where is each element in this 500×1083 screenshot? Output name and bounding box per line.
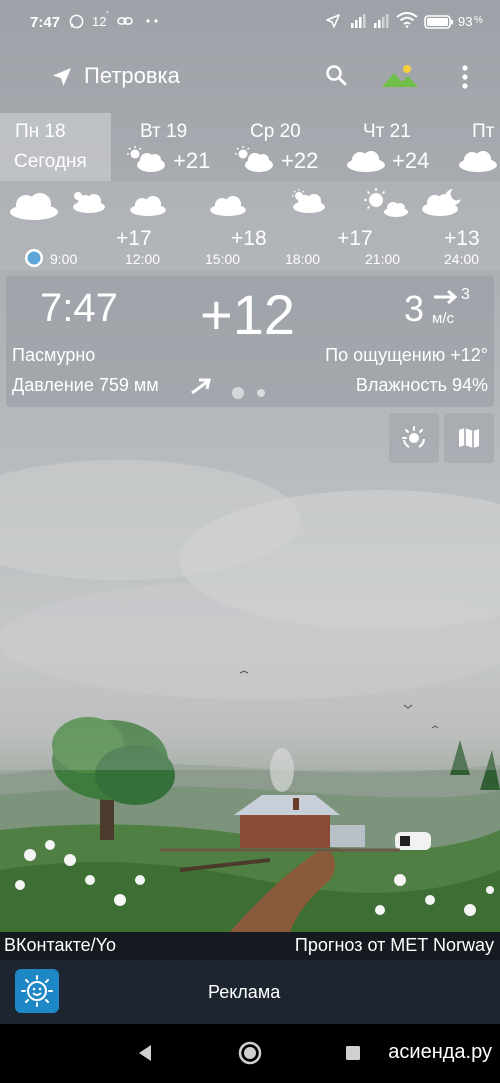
page-dot	[257, 388, 266, 397]
current-conditions-card[interactable]: 7:47 +12 3 3 м/с Пасмурно По ощущению +1…	[6, 276, 494, 407]
day-tab-monday[interactable]: Пн 18 Сегодня	[0, 113, 111, 181]
wind-unit: м/с	[432, 310, 454, 327]
home-icon[interactable]	[238, 1041, 262, 1065]
link-icon	[117, 17, 133, 25]
battery-percent: %	[474, 15, 483, 26]
location-arrow-icon	[326, 14, 340, 28]
recents-icon[interactable]	[346, 1046, 360, 1060]
page-dot-active	[232, 386, 244, 399]
hourly-temp: +18	[231, 227, 267, 250]
hourly-forecast: +17 +18 +17 +13 9:00 12:00 15:00 18:00 2…	[0, 181, 500, 270]
pressure-trend-arrow-icon	[191, 378, 211, 395]
cloud-icon	[347, 151, 385, 172]
cloud-icon	[210, 196, 246, 216]
search-icon[interactable]	[324, 63, 348, 87]
night-cloud-icon	[422, 189, 461, 216]
day-tab-name: Вт 19	[140, 121, 188, 142]
battery-level: 93	[458, 14, 473, 29]
day-tab-friday[interactable]: Пт	[445, 113, 500, 181]
status-time: 7:47	[30, 14, 61, 31]
whatsapp-icon	[69, 14, 84, 29]
pressure-text: Давление 759 мм	[12, 375, 159, 395]
cloud-icon	[10, 193, 58, 220]
day-tab-name: Пт	[472, 121, 495, 142]
day-tab-thursday[interactable]: Чт 21 +24	[333, 113, 445, 181]
status-bar: 7:47 12 ° 93 %	[0, 0, 500, 44]
hourly-time: 24:00	[444, 251, 480, 267]
app-logo	[15, 969, 59, 1013]
hourly-time: 12:00	[125, 251, 161, 267]
ad-banner[interactable]: Реклама	[0, 960, 500, 1024]
forecast-source-link[interactable]: Прогноз от MET Norway	[295, 935, 494, 956]
more-vert-icon[interactable]	[460, 64, 470, 90]
day-tab-subtitle: Сегодня	[14, 151, 87, 172]
current-time: 7:47	[40, 286, 118, 330]
sun-face-icon	[21, 975, 53, 1007]
day-tab-temp: +21	[173, 148, 211, 173]
hourly-temp: +13	[444, 227, 480, 250]
hourly-time: 9:00	[50, 251, 78, 267]
landscape-icon[interactable]	[381, 63, 419, 89]
feels-like-text: По ощущению +12°	[325, 345, 488, 365]
status-temp: 12	[92, 14, 107, 29]
back-icon[interactable]	[137, 1044, 153, 1062]
current-time-marker-icon	[25, 249, 43, 267]
location-arrow-icon[interactable]	[50, 65, 74, 89]
partly-cloudy-icon	[73, 192, 105, 213]
day-tab-name: Пн 18	[15, 121, 66, 142]
hourly-temp: +17	[337, 227, 373, 250]
day-tab-temp: +22	[281, 148, 319, 173]
sun-rays-icon	[402, 426, 425, 448]
partly-cloudy-icon	[235, 146, 273, 172]
more-dots-icon	[146, 19, 158, 23]
current-temp: +12	[200, 283, 295, 346]
sun-moon-button[interactable]	[389, 413, 439, 463]
cloud-icon	[459, 151, 497, 172]
artwork-credit-link[interactable]: ВКонтакте/Yo	[4, 935, 116, 956]
cloud-icon	[130, 196, 166, 216]
map-icon	[459, 428, 479, 448]
wind-gust: 3	[461, 286, 470, 303]
partly-cloudy-icon	[292, 189, 325, 213]
day-tab-temp: +24	[392, 148, 430, 173]
humidity-text: Влажность 94%	[355, 375, 488, 395]
hourly-time: 18:00	[285, 251, 321, 267]
day-tabs: Пн 18 Сегодня Вт 19 +21 Ср 20 +22 Чт 21 …	[0, 113, 500, 181]
wifi-icon	[396, 12, 418, 28]
map-button[interactable]	[444, 413, 494, 463]
city-name[interactable]: Петровка	[84, 63, 180, 89]
partly-cloudy-icon	[127, 146, 165, 172]
app-header: Петровка	[0, 50, 500, 102]
ad-label: Реклама	[208, 982, 281, 1002]
hourly-time: 15:00	[205, 251, 241, 267]
battery-icon	[424, 15, 453, 29]
wind-speed: 3	[404, 288, 425, 329]
day-tab-name: Ср 20	[250, 121, 301, 142]
signal-icon	[351, 14, 366, 28]
credits-bar: ВКонтакте/Yo Прогноз от MET Norway	[0, 932, 500, 960]
day-tab-tuesday[interactable]: Вт 19 +21	[111, 113, 221, 181]
hourly-time: 21:00	[365, 251, 401, 267]
day-tab-name: Чт 21	[363, 121, 411, 142]
status-temp-degree: °	[106, 10, 110, 19]
wind-direction-arrow-icon	[434, 289, 458, 305]
condition-text: Пасмурно	[12, 345, 96, 365]
day-tab-wednesday[interactable]: Ср 20 +22	[221, 113, 333, 181]
watermark: асиенда.ру	[388, 1041, 492, 1063]
signal-icon-2	[374, 14, 389, 28]
sun-cloud-icon	[364, 188, 408, 217]
card-page-indicator	[232, 384, 274, 402]
hourly-temp: +17	[116, 227, 152, 250]
system-nav-bar: асиенда.ру	[0, 1024, 500, 1083]
